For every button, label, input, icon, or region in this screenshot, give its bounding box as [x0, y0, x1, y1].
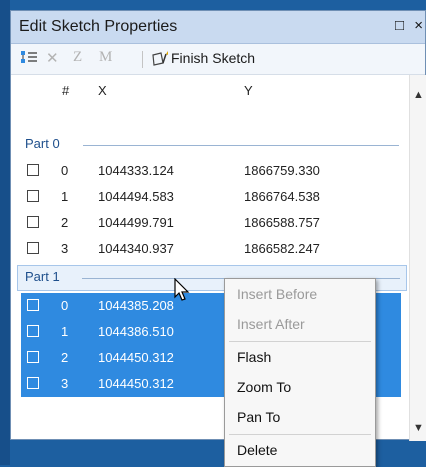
scroll-down-icon[interactable]: ▼: [413, 422, 424, 434]
row-checkbox[interactable]: [27, 190, 39, 202]
row-checkbox[interactable]: [27, 216, 39, 228]
part-header-0[interactable]: Part 0: [11, 132, 409, 158]
row-index: 3: [61, 241, 69, 256]
close-button[interactable]: ×: [414, 17, 423, 34]
row-index: 0: [61, 298, 69, 313]
row-index: 2: [61, 215, 69, 230]
row-checkbox[interactable]: [27, 325, 39, 337]
row-checkbox[interactable]: [27, 242, 39, 254]
desktop-background: [0, 0, 10, 465]
table-row[interactable]: 3 1044340.937 1866582.247: [11, 236, 409, 262]
delete-vertex-button[interactable]: ✕: [46, 49, 59, 67]
insert-vertex-icon: [21, 51, 37, 63]
menu-item-insert-before[interactable]: Insert Before: [237, 286, 317, 302]
row-x-value[interactable]: 1044386.510: [98, 324, 174, 339]
row-checkbox[interactable]: [27, 299, 39, 311]
mouse-pointer-icon: [174, 278, 190, 301]
row-x-value[interactable]: 1044450.312: [98, 376, 174, 391]
part-label: Part 0: [25, 136, 60, 151]
part-divider: [83, 145, 399, 146]
row-y-value[interactable]: 1866588.757: [244, 215, 320, 230]
row-y-value[interactable]: 1866764.538: [244, 189, 320, 204]
menu-item-flash[interactable]: Flash: [237, 349, 271, 365]
row-x-value[interactable]: 1044333.124: [98, 163, 174, 178]
m-values-button[interactable]: M: [99, 49, 112, 66]
context-menu: Insert Before Insert After Flash Zoom To…: [224, 278, 376, 467]
row-x-value[interactable]: 1044499.791: [98, 215, 174, 230]
menu-separator: [229, 341, 371, 342]
column-header-y[interactable]: Y: [244, 83, 253, 98]
part-label: Part 1: [25, 269, 60, 284]
finish-sketch-icon[interactable]: [151, 51, 169, 70]
insert-vertex-button[interactable]: [19, 48, 39, 72]
finish-sketch-button[interactable]: Finish Sketch: [171, 50, 255, 66]
z-values-button[interactable]: Z: [73, 49, 82, 66]
column-header-x[interactable]: X: [98, 83, 107, 98]
menu-item-zoom-to[interactable]: Zoom To: [237, 379, 291, 395]
maximize-button[interactable]: □: [395, 17, 404, 34]
toolbar-separator: [142, 51, 143, 68]
row-index: 3: [61, 376, 69, 391]
scroll-up-icon[interactable]: ▲: [413, 89, 424, 101]
table-row[interactable]: 2 1044499.791 1866588.757: [11, 210, 409, 236]
grid-header: # X Y: [11, 83, 409, 101]
row-x-value[interactable]: 1044385.208: [98, 298, 174, 313]
menu-item-insert-after[interactable]: Insert After: [237, 316, 305, 332]
column-header-index[interactable]: #: [62, 83, 69, 98]
sketch-toolbar: ✕ Z M Finish Sketch: [11, 44, 425, 75]
row-x-value[interactable]: 1044450.312: [98, 350, 174, 365]
menu-item-delete[interactable]: Delete: [237, 442, 277, 458]
row-checkbox[interactable]: [27, 164, 39, 176]
table-row[interactable]: 1 1044494.583 1866764.538: [11, 184, 409, 210]
row-checkbox[interactable]: [27, 351, 39, 363]
pane-title: Edit Sketch Properties: [19, 18, 178, 35]
pane-titlebar: Edit Sketch Properties □ ×: [11, 11, 425, 44]
row-index: 2: [61, 350, 69, 365]
row-y-value[interactable]: 1866582.247: [244, 241, 320, 256]
row-checkbox[interactable]: [27, 377, 39, 389]
row-index: 1: [61, 324, 69, 339]
row-x-value[interactable]: 1044340.937: [98, 241, 174, 256]
row-y-value[interactable]: 1866759.330: [244, 163, 320, 178]
vertical-scrollbar[interactable]: ▲ ▼: [409, 75, 426, 441]
row-index: 1: [61, 189, 69, 204]
table-row[interactable]: 0 1044333.124 1866759.330: [11, 158, 409, 184]
row-x-value[interactable]: 1044494.583: [98, 189, 174, 204]
row-index: 0: [61, 163, 69, 178]
menu-separator: [229, 434, 371, 435]
menu-item-pan-to[interactable]: Pan To: [237, 409, 280, 425]
